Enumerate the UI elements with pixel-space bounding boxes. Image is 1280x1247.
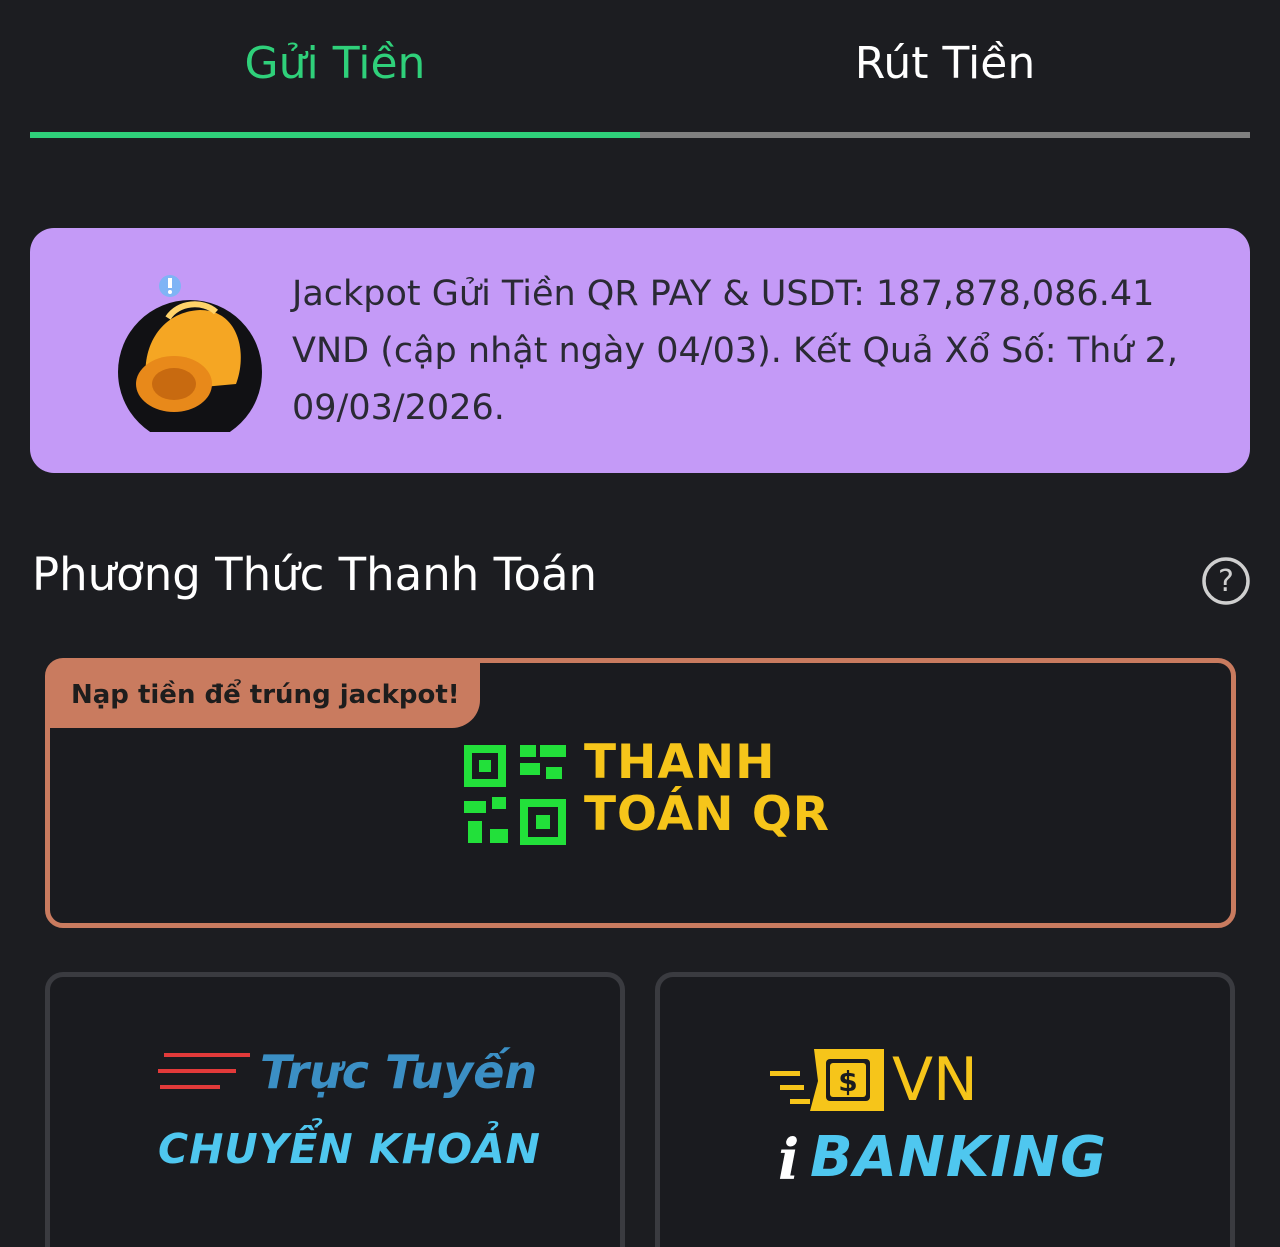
ibanking-label-banking: BANKING xyxy=(810,1125,1107,1190)
ibanking-label-i: i xyxy=(778,1127,800,1193)
qr-payment-label: THANH TOÁN QR xyxy=(584,737,830,841)
tab-deposit[interactable]: Gửi Tiền xyxy=(30,0,640,132)
question-circle-icon[interactable]: ? xyxy=(1201,556,1251,606)
ibanking-card[interactable]: $ VN i BANKING xyxy=(655,972,1235,1247)
online-transfer-card[interactable]: Trực Tuyến CHUYỂN KHOẢN xyxy=(45,972,625,1247)
qr-label-line1: THANH xyxy=(584,735,776,790)
online-label-bottom: CHUYỂN KHOẢN xyxy=(158,1125,541,1173)
tab-bar: Gửi Tiền Rút Tiền xyxy=(30,0,1250,140)
svg-text:$: $ xyxy=(838,1065,857,1098)
dollar-wallet-icon: $ xyxy=(770,1045,890,1117)
tab-active-indicator xyxy=(30,132,640,138)
qr-label-line2: TOÁN QR xyxy=(584,787,830,842)
deposit-page: Gửi Tiền Rút Tiền Jackpot Gửi Tiền QR PA… xyxy=(0,0,1280,1247)
jackpot-notice-text: Jackpot Gửi Tiền QR PAY & USDT: 187,878,… xyxy=(292,274,1178,428)
bell-icon xyxy=(108,272,268,444)
jackpot-badge: Nạp tiền để trúng jackpot! xyxy=(49,662,480,728)
jackpot-notice: Jackpot Gửi Tiền QR PAY & USDT: 187,878,… xyxy=(30,228,1250,473)
speed-lines-icon xyxy=(158,1049,253,1099)
svg-text:?: ? xyxy=(1218,564,1234,599)
qr-payment-card[interactable]: Nạp tiền để trúng jackpot! THANH TOÁN QR xyxy=(45,658,1236,928)
qr-code-icon xyxy=(460,741,570,851)
payment-methods-title: Phương Thức Thanh Toán xyxy=(32,548,598,601)
ibanking-label-vn: VN xyxy=(892,1045,978,1115)
tab-withdraw[interactable]: Rút Tiền xyxy=(640,0,1250,132)
online-label-top: Trực Tuyến xyxy=(260,1045,538,1099)
